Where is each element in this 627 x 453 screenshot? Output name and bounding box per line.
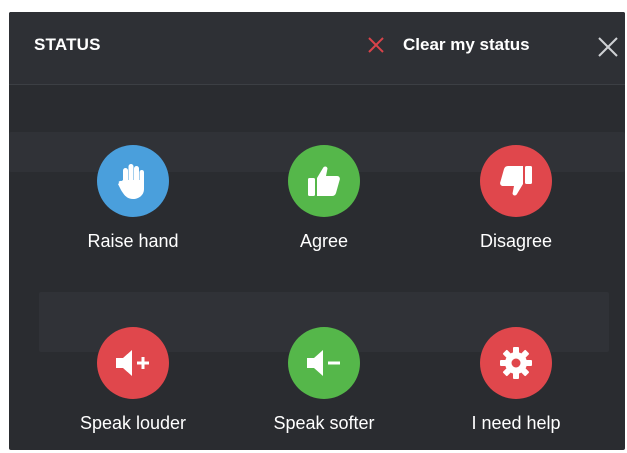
hand-icon xyxy=(118,164,144,199)
speak-louder-circle xyxy=(97,327,169,399)
status-grid: Raise hand Agree Disagree Speak louder S… xyxy=(9,84,625,450)
speak-softer-label: Speak softer xyxy=(273,413,375,433)
disagree-circle xyxy=(480,145,552,217)
status-raise-hand[interactable]: Raise hand xyxy=(48,145,218,252)
close-icon xyxy=(598,37,618,57)
volume-up-icon xyxy=(116,350,149,376)
need-help-label: I need help xyxy=(471,413,561,433)
status-panel: STATUS Clear my status Raise hand Agree … xyxy=(9,12,625,450)
status-agree[interactable]: Agree xyxy=(239,145,409,252)
panel-header: STATUS Clear my status xyxy=(9,12,625,85)
status-speak-louder[interactable]: Speak louder xyxy=(48,327,218,434)
panel-title: STATUS xyxy=(34,35,101,54)
thumbs-down-icon xyxy=(500,166,532,196)
agree-label: Agree xyxy=(299,231,349,251)
clear-status-button[interactable]: Clear my status xyxy=(367,29,530,61)
clear-status-label: Clear my status xyxy=(403,35,530,54)
speak-louder-label: Speak louder xyxy=(79,413,187,433)
status-need-help[interactable]: I need help xyxy=(431,327,601,434)
raise-hand-circle xyxy=(97,145,169,217)
speak-softer-circle xyxy=(288,327,360,399)
gear-icon xyxy=(500,347,532,379)
raise-hand-label: Raise hand xyxy=(87,231,179,251)
disagree-label: Disagree xyxy=(479,231,553,251)
clear-x-icon xyxy=(368,37,384,53)
need-help-circle xyxy=(480,327,552,399)
status-speak-softer[interactable]: Speak softer xyxy=(239,327,409,434)
thumbs-up-icon xyxy=(308,166,340,196)
volume-down-icon xyxy=(307,350,340,376)
close-button[interactable] xyxy=(597,36,619,58)
agree-circle xyxy=(288,145,360,217)
status-disagree[interactable]: Disagree xyxy=(431,145,601,252)
